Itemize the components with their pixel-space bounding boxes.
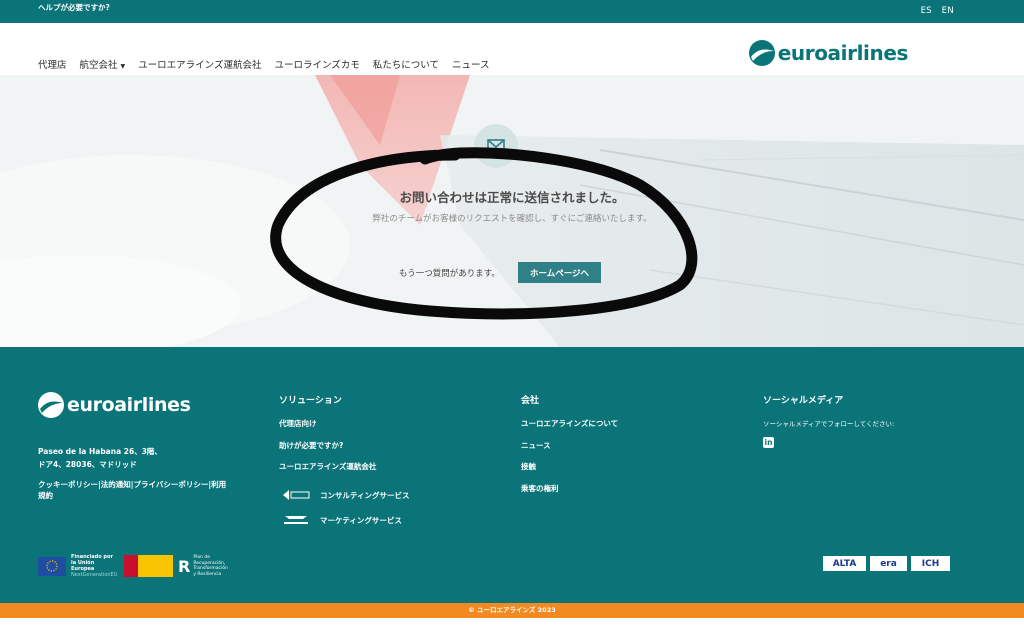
iata-ich-logo: ICH: [911, 556, 950, 571]
footer-link-help[interactable]: 助けが必要ですか?: [279, 440, 410, 462]
nav-item-news[interactable]: ニュース: [452, 57, 490, 71]
alta-logo: ALTA: [823, 556, 866, 571]
company-address: Paseo de la Habana 26、3階、 ドア4、28036、マドリッ…: [38, 447, 162, 469]
social-follow-text: ソーシャルメディアでフォローしてください:: [763, 420, 895, 428]
logo-mark-icon: [748, 40, 775, 66]
footer-column-company: 会社 ユーロエアラインズについて ニュース 接触 乗客の権利: [521, 393, 618, 504]
footer-link-about[interactable]: ユーロエアラインズについて: [521, 418, 618, 440]
mail-icon: [474, 124, 518, 168]
lang-es[interactable]: ES: [921, 6, 932, 16]
recovery-plan-icon: R: [178, 556, 191, 576]
nav-item-airlines[interactable]: 航空会社 ▼: [80, 57, 126, 71]
chevron-down-icon: ▼: [120, 63, 126, 70]
hero-section: お問い合わせは正常に送信されました。 弊社のチームがお客様のリクエストを確認し、…: [0, 75, 1024, 347]
copyright-bar: © ユーロエアラインズ 2023: [0, 603, 1024, 618]
funding-logos: Financiado por la Unión Europea NextGene…: [38, 554, 229, 578]
footer-column-solutions: ソリューション 代理店向け 助けが必要ですか? ユーロエアラインズ運航会社 コン…: [279, 393, 410, 533]
nav-item-operator[interactable]: ユーロエアラインズ運航会社: [138, 57, 261, 71]
nav-item-kamo[interactable]: ユーロラインズカモ: [274, 57, 359, 71]
era-logo: era: [870, 556, 907, 571]
linkedin-icon[interactable]: in: [763, 437, 774, 448]
eu-flag-icon: [38, 556, 66, 576]
recovery-plan-logo: R Plan de Recuperación, Transformación y…: [178, 555, 228, 577]
help-link[interactable]: ヘルプが必要ですか?: [38, 2, 110, 13]
eu-funding-text: Financiado por la Unión Europea NextGene…: [71, 554, 118, 578]
main-nav: 代理店 航空会社 ▼ ユーロエアラインズ運航会社 ユーロラインズカモ 私たちについ…: [0, 23, 1024, 75]
legal-links[interactable]: クッキーポリシー|法的通知|プライバシーポリシー|利用規約: [38, 479, 233, 501]
footer-link-consulting[interactable]: コンサルティングサービス: [279, 483, 410, 508]
page-bottom-space: [0, 618, 1024, 643]
association-logos: ALTA era ICH: [823, 556, 950, 571]
site-footer: euroairlines Paseo de la Habana 26、3階、 ド…: [0, 347, 1024, 603]
solutions-heading: ソリューション: [279, 396, 342, 406]
footer-link-operator[interactable]: ユーロエアラインズ運航会社: [279, 461, 410, 483]
logo-wordmark: euroairlines: [777, 41, 909, 65]
confirmation-title: お問い合わせは正常に送信されました。: [399, 190, 625, 205]
spain-government-logo: [124, 555, 173, 577]
spain-crest-icon: [124, 555, 138, 577]
footer-link-marketing[interactable]: マーケティングサービス: [279, 508, 410, 533]
confirmation-panel: お問い合わせは正常に送信されました。 弊社のチームがお客様のリクエストを確認し、…: [0, 75, 1024, 347]
footer-logo[interactable]: euroairlines: [38, 392, 191, 418]
footer-link-passenger-rights[interactable]: 乗客の権利: [521, 483, 618, 505]
consulting-partner-logo: [279, 488, 313, 502]
homepage-button[interactable]: ホームページへ: [518, 262, 601, 283]
site-logo[interactable]: euroairlines: [748, 40, 909, 66]
footer-logo-wordmark: euroairlines: [67, 394, 191, 416]
lang-en[interactable]: EN: [942, 6, 954, 16]
nav-item-about[interactable]: 私たちについて: [373, 57, 439, 71]
nav-item-agencies[interactable]: 代理店: [38, 57, 67, 71]
another-question-text: もう一つ質問があります。: [399, 269, 500, 279]
footer-column-social: ソーシャルメディア ソーシャルメディアでフォローしてください: in: [763, 393, 894, 448]
footer-logo-mark-icon: [38, 392, 64, 418]
top-bar: ヘルプが必要ですか? ES EN: [0, 0, 1024, 23]
confirmation-subtitle: 弊社のチームがお客様のリクエストを確認し、すぐにご連絡いたします。: [372, 214, 652, 224]
footer-link-contact[interactable]: 接触: [521, 461, 618, 483]
company-heading: 会社: [521, 396, 540, 406]
footer-link-agencies[interactable]: 代理店向け: [279, 418, 410, 440]
nav-menu: 代理店 航空会社 ▼ ユーロエアラインズ運航会社 ユーロラインズカモ 私たちについ…: [38, 57, 490, 71]
footer-link-news[interactable]: ニュース: [521, 440, 618, 462]
social-heading: ソーシャルメディア: [763, 396, 844, 406]
language-switcher: ES EN: [914, 6, 954, 16]
flg-aviation-logo: [279, 513, 313, 527]
